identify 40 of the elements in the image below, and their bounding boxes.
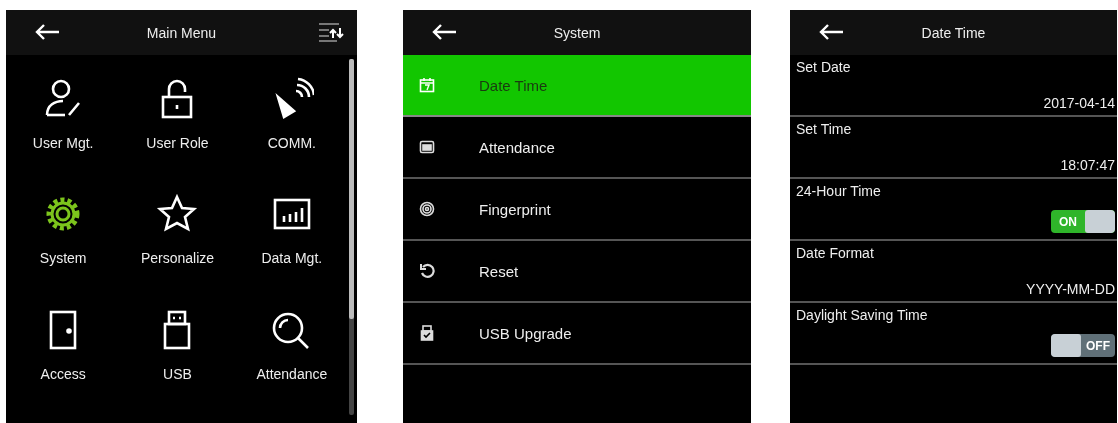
calendar-icon	[419, 77, 435, 93]
menu-tile[interactable]: User Mgt.	[6, 77, 121, 193]
setting-row[interactable]: 24-Hour Time ON	[790, 179, 1117, 241]
setting-label: Set Date	[796, 59, 851, 75]
setting-label: 24-Hour Time	[796, 183, 881, 199]
setting-row[interactable]: Date Format YYYY-MM-DD	[790, 241, 1117, 303]
reset-icon	[419, 263, 435, 279]
setting-value: 18:07:47	[1060, 157, 1115, 173]
setting-label: Set Time	[796, 121, 852, 137]
sort-menu-icon[interactable]	[317, 22, 345, 42]
setting-label: Daylight Saving Time	[796, 307, 928, 323]
back-arrow-icon[interactable]	[818, 23, 844, 41]
menu-tile[interactable]: Access	[6, 307, 121, 423]
setting-row[interactable]: Daylight Saving Time OFF	[790, 303, 1117, 365]
setting-label: Date Format	[796, 245, 874, 261]
menu-item[interactable]: Fingerprint	[403, 179, 751, 241]
menu-item[interactable]: Attendance	[403, 117, 751, 179]
menu-tile[interactable]: System	[6, 192, 121, 308]
menu-item[interactable]: USB Upgrade	[403, 303, 751, 365]
menu-tile[interactable]: USB	[120, 307, 235, 423]
back-arrow-icon[interactable]	[431, 23, 457, 41]
menu-item[interactable]: Date Time	[403, 55, 751, 117]
screen-title: System	[553, 24, 601, 41]
monitor-icon	[419, 139, 435, 155]
fingerprint-icon	[419, 201, 435, 217]
setting-row[interactable]: Set Date 2017-04-14	[790, 55, 1117, 117]
menu-tile[interactable]: COMM.	[234, 77, 349, 193]
menu-tile[interactable]: Data Mgt.	[234, 192, 349, 308]
setting-value: YYYY-MM-DD	[1026, 281, 1115, 297]
menu-item[interactable]: Reset	[403, 241, 751, 303]
screen-title: Main Menu	[146, 24, 217, 41]
setting-row[interactable]: Set Time 18:07:47	[790, 117, 1117, 179]
menu-tile[interactable]: Personalize	[120, 192, 235, 308]
setting-value: 2017-04-14	[1043, 95, 1115, 111]
scrollbar[interactable]	[349, 59, 354, 415]
toggle-switch[interactable]: OFF	[1051, 334, 1115, 357]
screen-title: Date Time	[921, 24, 986, 41]
menu-tile[interactable]: Attendance	[234, 307, 349, 423]
menu-tile[interactable]: User Role	[120, 77, 235, 193]
back-arrow-icon[interactable]	[34, 23, 60, 41]
